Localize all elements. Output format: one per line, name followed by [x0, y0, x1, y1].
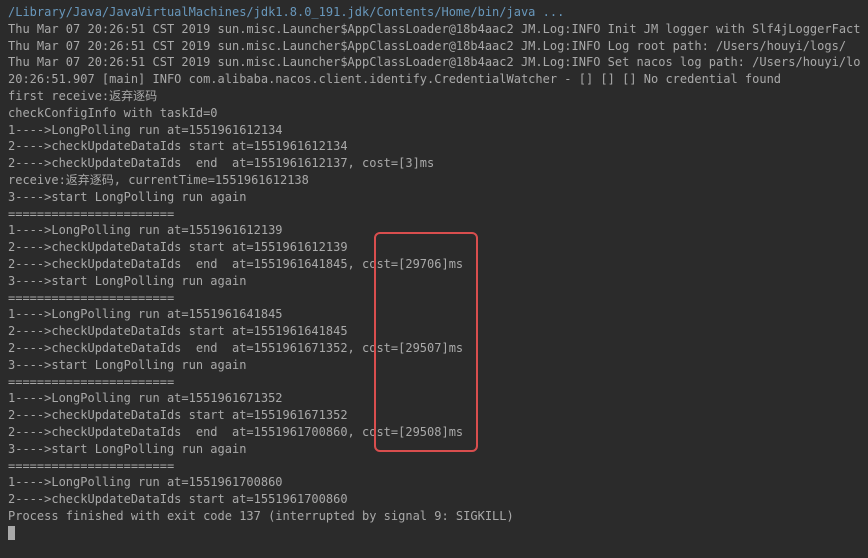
console-line: Process finished with exit code 137 (int… [8, 508, 860, 525]
console-line: ======================= [8, 206, 860, 223]
console-line: ======================= [8, 290, 860, 307]
console-line: checkConfigInfo with taskId=0 [8, 105, 860, 122]
console-line: 2---->checkUpdateDataIds start at=155196… [8, 491, 860, 508]
console-line: 1---->LongPolling run at=1551961700860 [8, 474, 860, 491]
console-line: 3---->start LongPolling run again [8, 189, 860, 206]
console-line: 2---->checkUpdateDataIds end at=15519616… [8, 155, 860, 172]
console-line: 3---->start LongPolling run again [8, 357, 860, 374]
console-line: receive:返弃逐码, currentTime=1551961612138 [8, 172, 860, 189]
console-line: ======================= [8, 374, 860, 391]
console-line: 2---->checkUpdateDataIds start at=155196… [8, 323, 860, 340]
console-line: 1---->LongPolling run at=1551961671352 [8, 390, 860, 407]
console-line: 2---->checkUpdateDataIds end at=15519616… [8, 340, 860, 357]
console-line: first receive:返弃逐码 [8, 88, 860, 105]
console-line: 3---->start LongPolling run again [8, 441, 860, 458]
console-line: Thu Mar 07 20:26:51 CST 2019 sun.misc.La… [8, 38, 860, 55]
console-line: 20:26:51.907 [main] INFO com.alibaba.nac… [8, 71, 860, 88]
console-line: Thu Mar 07 20:26:51 CST 2019 sun.misc.La… [8, 54, 860, 71]
console-line: Thu Mar 07 20:26:51 CST 2019 sun.misc.La… [8, 21, 860, 38]
console-line: ======================= [8, 458, 860, 475]
cursor-line [8, 525, 860, 542]
console-line: 2---->checkUpdateDataIds end at=15519616… [8, 256, 860, 273]
console-line: 1---->LongPolling run at=1551961641845 [8, 306, 860, 323]
console-line: 2---->checkUpdateDataIds start at=155196… [8, 138, 860, 155]
console-line: 3---->start LongPolling run again [8, 273, 860, 290]
console-line: 2---->checkUpdateDataIds start at=155196… [8, 407, 860, 424]
console-line: 1---->LongPolling run at=1551961612134 [8, 122, 860, 139]
console-line: 2---->checkUpdateDataIds start at=155196… [8, 239, 860, 256]
console-output: /Library/Java/JavaVirtualMachines/jdk1.8… [8, 4, 860, 525]
console-line: /Library/Java/JavaVirtualMachines/jdk1.8… [8, 4, 860, 21]
console-line: 2---->checkUpdateDataIds end at=15519617… [8, 424, 860, 441]
console-line: 1---->LongPolling run at=1551961612139 [8, 222, 860, 239]
cursor [8, 526, 15, 540]
